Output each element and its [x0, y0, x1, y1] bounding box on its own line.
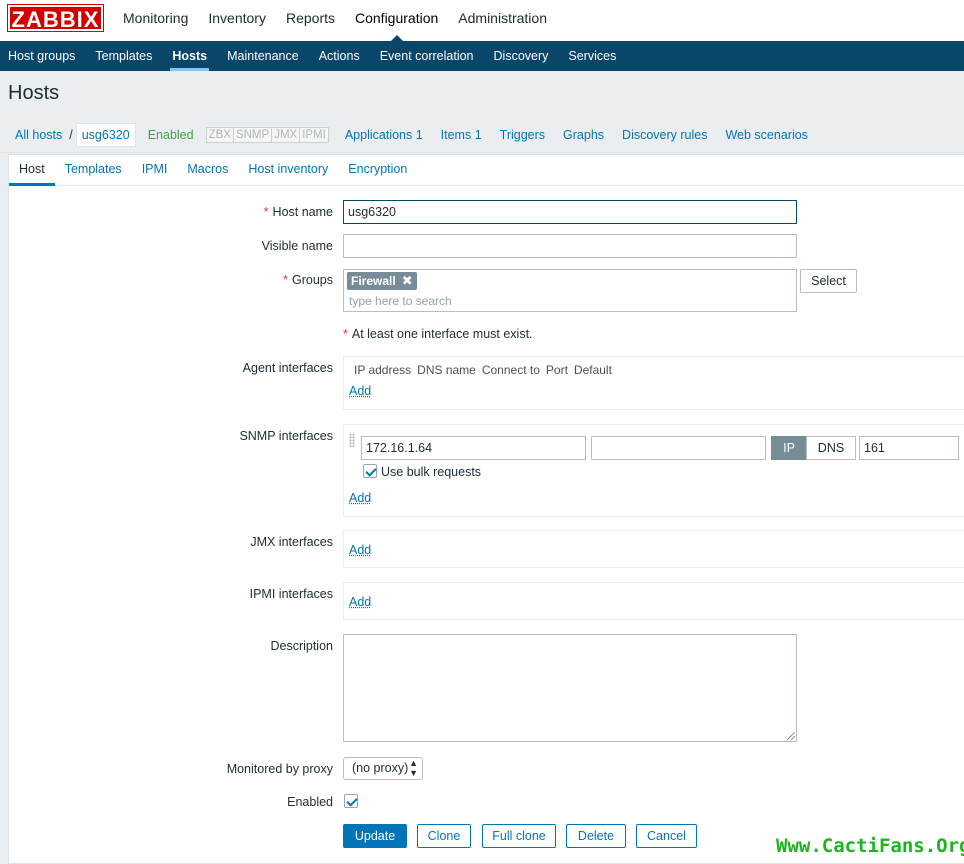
col-port: Port	[545, 363, 568, 377]
snmp-port-input[interactable]: 161	[859, 436, 959, 460]
submenu-templates[interactable]: Templates	[85, 41, 162, 71]
select-groups-button[interactable]: Select	[800, 269, 857, 293]
submenu-event-correlation[interactable]: Event correlation	[370, 41, 484, 71]
group-chip-firewall[interactable]: Firewall ✖	[347, 272, 417, 290]
select-arrows-icon: ▲ ▼	[409, 758, 418, 778]
host-status-enabled[interactable]: Enabled	[136, 128, 206, 142]
submenu-services[interactable]: Services	[558, 41, 626, 71]
groups-label: * Groups	[283, 273, 333, 287]
add-jmx-interface-link[interactable]: Add	[349, 543, 371, 557]
menu-monitoring[interactable]: Monitoring	[113, 0, 198, 41]
add-agent-interface-link[interactable]: Add	[349, 384, 371, 398]
required-mark: *	[263, 205, 269, 219]
link-web-scenarios[interactable]: Web scenarios	[716, 128, 816, 142]
menu-inventory[interactable]: Inventory	[198, 0, 276, 41]
close-icon[interactable]: ✖	[402, 272, 413, 290]
visible-name-label: Visible name	[261, 239, 333, 253]
submenu-maintenance[interactable]: Maintenance	[217, 41, 309, 71]
enabled-checkbox[interactable]	[344, 794, 358, 808]
snmp-dns-input[interactable]	[591, 436, 766, 460]
connect-to-dns-toggle[interactable]: DNS	[806, 436, 856, 460]
availability-ipmi: IPMI	[299, 127, 329, 143]
link-discovery-rules[interactable]: Discovery rules	[613, 128, 716, 142]
host-name-input[interactable]: usg6320	[343, 200, 797, 224]
description-textarea[interactable]	[343, 634, 797, 742]
groups-multiselect[interactable]: Firewall ✖ type here to search	[343, 269, 797, 312]
link-triggers[interactable]: Triggers	[491, 128, 554, 142]
menu-configuration[interactable]: Configuration	[345, 0, 448, 41]
cancel-button[interactable]: Cancel	[636, 824, 697, 848]
ipmi-interfaces-label: IPMI interfaces	[249, 587, 333, 601]
col-ip-address: IP address	[354, 363, 412, 377]
enabled-label: Enabled	[287, 795, 333, 809]
tab-templates[interactable]: Templates	[55, 155, 132, 185]
col-connect-to: Connect to	[481, 363, 540, 377]
snmp-ip-input[interactable]: 172.16.1.64	[361, 436, 586, 460]
required-mark: *	[283, 273, 288, 287]
connect-to-ip-toggle[interactable]: IP	[771, 436, 807, 460]
col-dns-name: DNS name	[417, 363, 476, 377]
zabbix-logo[interactable]: ZABBIX	[7, 4, 104, 32]
drag-handle-icon[interactable]	[349, 433, 355, 447]
required-mark: *	[343, 327, 348, 341]
breadcrumb-separator: /	[69, 128, 73, 142]
jmx-interfaces-box: Add	[343, 530, 964, 568]
proxy-label: Monitored by proxy	[226, 762, 333, 776]
bulk-requests-label: Use bulk requests	[381, 465, 482, 479]
submenu-hosts[interactable]: Hosts	[162, 41, 217, 71]
tab-ipmi[interactable]: IPMI	[132, 155, 178, 185]
link-graphs[interactable]: Graphs	[554, 128, 613, 142]
sub-menu: Host groups Templates Hosts Maintenance …	[0, 41, 964, 71]
breadcrumb-host[interactable]: usg6320	[75, 123, 136, 147]
menu-administration[interactable]: Administration	[448, 0, 557, 41]
main-menu: Monitoring Inventory Reports Configurati…	[113, 0, 557, 41]
tab-macros[interactable]: Macros	[177, 155, 238, 185]
delete-button[interactable]: Delete	[566, 824, 626, 848]
proxy-select-value: (no proxy)	[352, 761, 409, 775]
tab-encryption[interactable]: Encryption	[338, 155, 417, 185]
clone-button[interactable]: Clone	[417, 824, 471, 848]
availability-indicators: ZBX SNMP JMX IPMI	[205, 127, 329, 143]
host-form: Host Templates IPMI Macros Host inventor…	[8, 154, 964, 864]
top-navigation: ZABBIX Monitoring Inventory Reports Conf…	[0, 0, 964, 41]
tab-host[interactable]: Host	[9, 155, 55, 186]
tab-host-inventory[interactable]: Host inventory	[238, 155, 338, 185]
proxy-select[interactable]: (no proxy) ▲ ▼	[343, 757, 423, 780]
snmp-interfaces-label: SNMP interfaces	[239, 429, 333, 443]
visible-name-input[interactable]	[343, 234, 797, 258]
groups-search-input[interactable]: type here to search	[349, 294, 452, 308]
form-tabs: Host Templates IPMI Macros Host inventor…	[9, 155, 964, 186]
page-title: Hosts	[8, 82, 60, 104]
availability-jmx: JMX	[271, 127, 301, 143]
agent-interfaces-box: IP address DNS name Connect to Port Defa…	[343, 356, 964, 410]
agent-interfaces-header: IP address DNS name Connect to Port Defa…	[354, 363, 618, 377]
description-label: Description	[270, 639, 333, 653]
submenu-host-groups[interactable]: Host groups	[0, 41, 85, 71]
submenu-actions[interactable]: Actions	[309, 41, 370, 71]
resize-handle-icon[interactable]	[787, 732, 795, 740]
watermark: Www.CactiFans.Org	[776, 835, 964, 857]
bulk-requests-checkbox[interactable]	[363, 464, 377, 478]
group-chip-label: Firewall	[351, 274, 396, 288]
col-default: Default	[573, 363, 612, 377]
host-name-label: * Host name	[263, 205, 333, 219]
full-clone-button[interactable]: Full clone	[482, 824, 556, 848]
jmx-interfaces-label: JMX interfaces	[250, 535, 333, 549]
interface-note: * At least one interface must exist.	[343, 327, 533, 341]
host-navigation: All hosts / usg6320 Enabled ZBX SNMP JMX…	[0, 118, 964, 153]
add-snmp-interface-link[interactable]: Add	[349, 491, 371, 505]
ipmi-interfaces-box: Add	[343, 582, 964, 620]
link-items[interactable]: Items 1	[432, 128, 491, 142]
update-button[interactable]: Update	[343, 824, 407, 848]
snmp-interfaces-box: 172.16.1.64 IP DNS 161 Use bulk requests…	[343, 424, 964, 517]
add-ipmi-interface-link[interactable]: Add	[349, 595, 371, 609]
link-applications[interactable]: Applications 1	[336, 128, 432, 142]
menu-reports[interactable]: Reports	[276, 0, 345, 41]
availability-zbx: ZBX	[205, 127, 234, 143]
agent-interfaces-label: Agent interfaces	[242, 361, 333, 375]
submenu-discovery[interactable]: Discovery	[484, 41, 559, 71]
breadcrumb-all-hosts[interactable]: All hosts	[8, 128, 68, 142]
availability-snmp: SNMP	[232, 127, 273, 143]
